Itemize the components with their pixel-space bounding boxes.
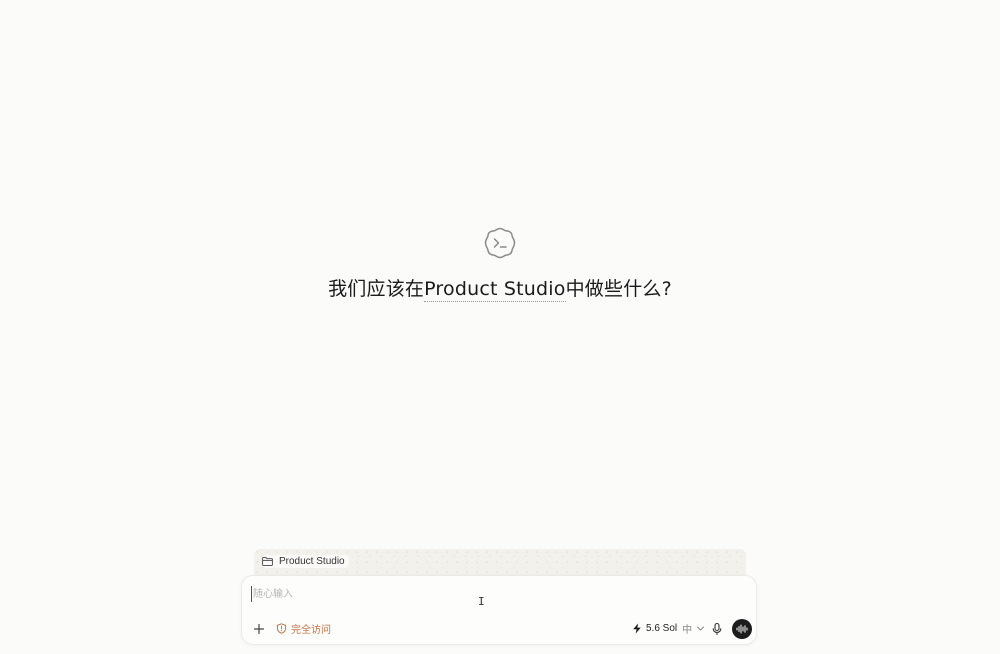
welcome-hero: 我们应该在Product Studio中做些什么? — [0, 226, 1000, 302]
project-chip[interactable]: Product Studio — [262, 555, 349, 568]
add-attachment-button[interactable] — [251, 621, 267, 637]
waveform-icon — [736, 624, 748, 634]
terminal-cloud-icon — [484, 227, 516, 259]
welcome-title-prefix: 我们应该在 — [328, 278, 425, 300]
i-beam-cursor-icon: I — [478, 595, 485, 608]
message-composer: I 完全访问 5.6 Sol — [241, 575, 757, 645]
chevron-down-icon — [697, 626, 705, 631]
message-input[interactable] — [251, 586, 743, 602]
project-chip-label: Product Studio — [279, 556, 345, 567]
project-context-strip: Product Studio — [254, 549, 746, 575]
model-selector[interactable]: 5.6 Sol 中 — [632, 621, 705, 636]
microphone-button[interactable] — [709, 621, 725, 637]
welcome-title-suffix: 中做些什么? — [565, 278, 672, 300]
microphone-icon — [712, 622, 722, 636]
full-access-label: 完全访问 — [291, 625, 331, 636]
voice-mode-button[interactable] — [732, 619, 752, 639]
shield-alert-icon — [276, 623, 287, 634]
lightning-icon — [633, 623, 641, 634]
app-window: 我们应该在Product Studio中做些什么? Product Studio… — [0, 0, 1000, 654]
model-name: 5.6 Sol — [646, 623, 678, 634]
welcome-title: 我们应该在Product Studio中做些什么? — [328, 274, 672, 302]
folder-icon — [262, 557, 273, 566]
project-name-link[interactable]: Product Studio — [424, 278, 566, 302]
composer-toolbar: 完全访问 5.6 Sol 中 — [242, 619, 756, 641]
plus-icon — [253, 623, 265, 635]
model-level: 中 — [682, 625, 693, 636]
full-access-button[interactable]: 完全访问 — [276, 621, 331, 636]
